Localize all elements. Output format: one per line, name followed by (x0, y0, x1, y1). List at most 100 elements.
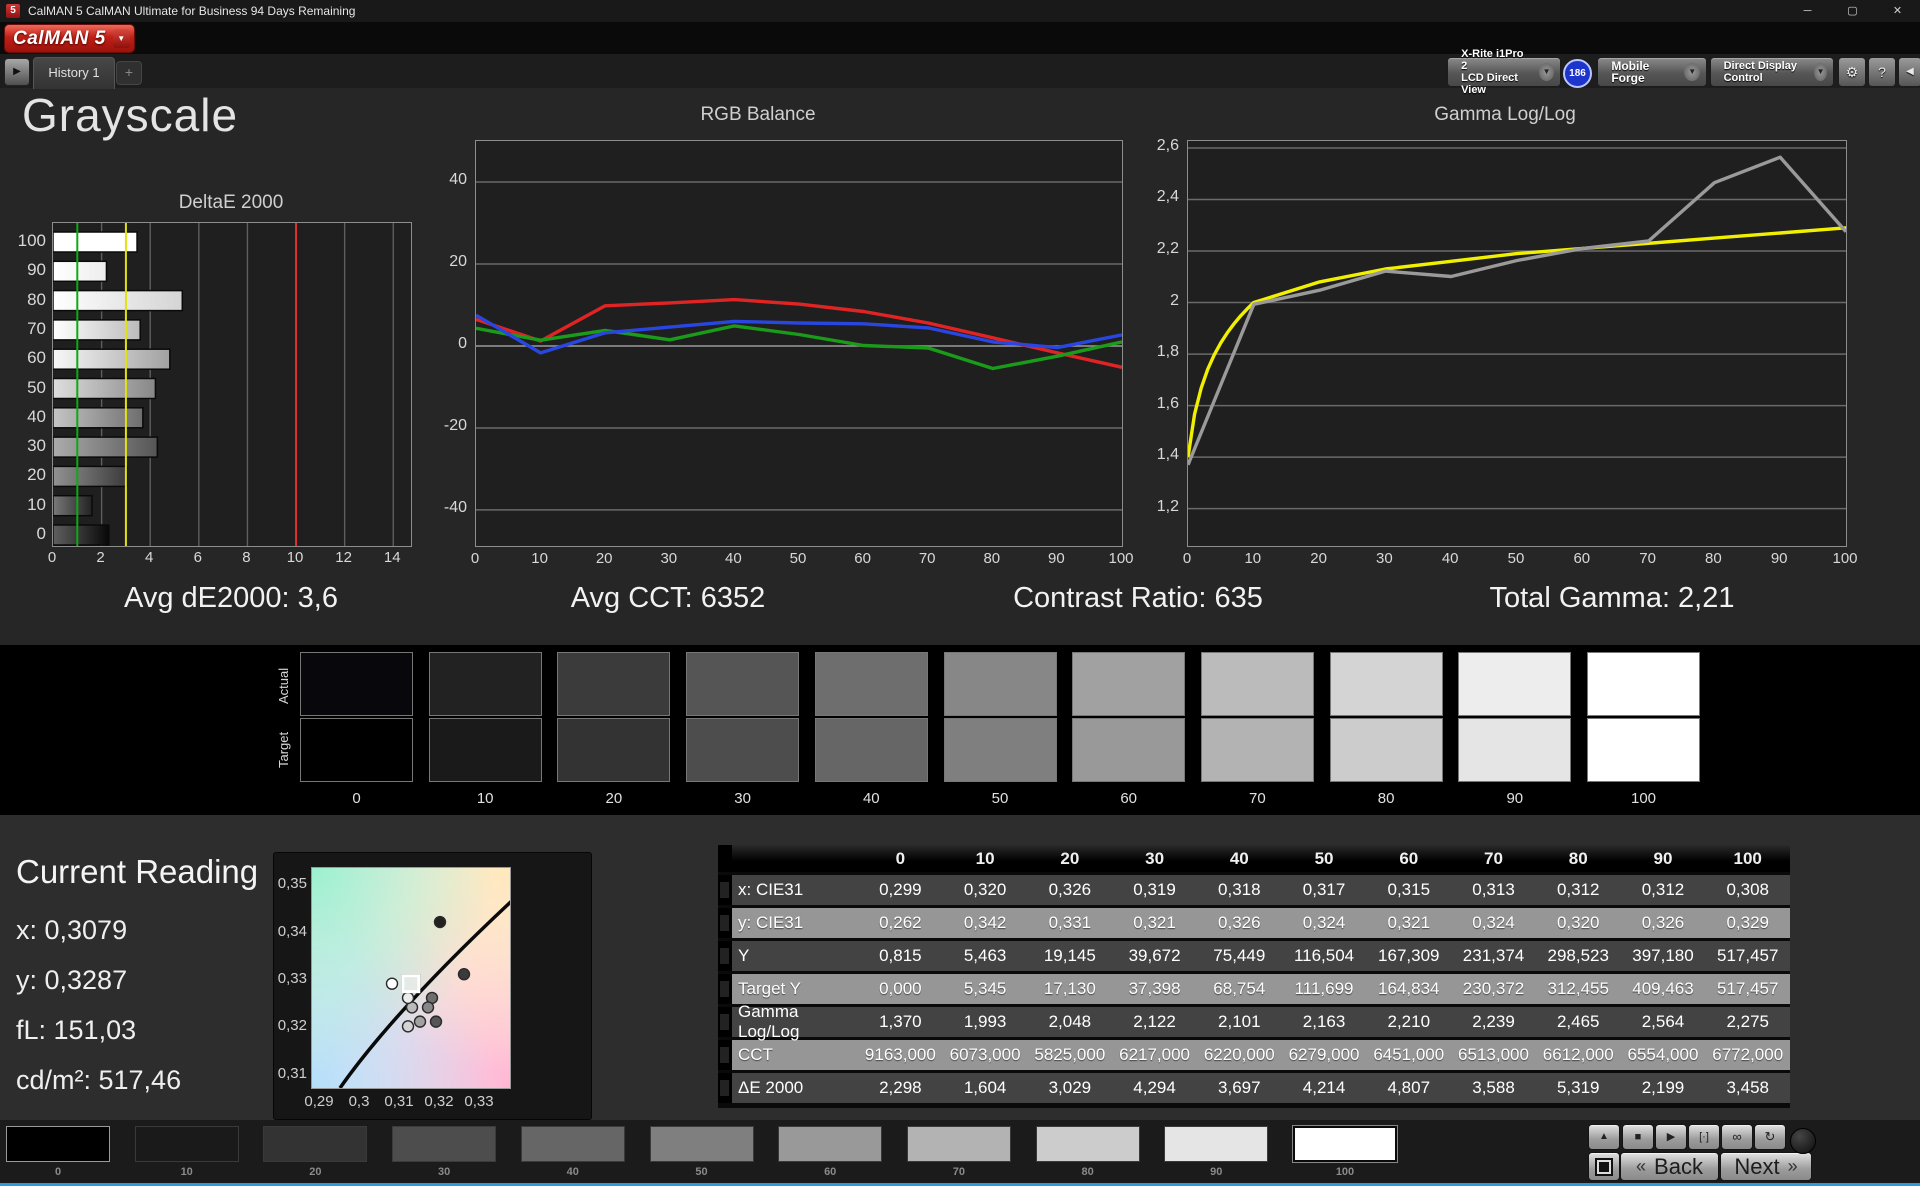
deltae-ytick: 60 (27, 348, 46, 368)
stop-button[interactable]: ■ (1622, 1124, 1654, 1150)
infinity-button[interactable]: ∞ (1721, 1124, 1753, 1150)
tab-history-1[interactable]: History 1 (33, 57, 115, 89)
pattern-up-button[interactable]: ▲ (1588, 1124, 1620, 1150)
tab-scroll-button[interactable]: ▶ (4, 58, 30, 86)
pattern-tile-40[interactable] (520, 1126, 625, 1162)
swatch-target-100 (1587, 718, 1700, 782)
maximize-icon[interactable]: ▢ (1830, 0, 1875, 22)
row-handle[interactable] (718, 941, 732, 971)
pattern-level-label: 30 (437, 1166, 451, 1178)
add-tab-button[interactable]: + (116, 61, 142, 85)
row-handle[interactable] (718, 1040, 732, 1070)
table-cell: 6073,000 (949, 1045, 1021, 1064)
row-handle[interactable] (718, 845, 732, 872)
swatch-actual-20 (557, 652, 671, 716)
table-cell: 1,993 (963, 1012, 1007, 1031)
table-cell: 312,455 (1547, 979, 1609, 998)
target-row-label: Target (276, 731, 291, 769)
pattern-window-button[interactable] (1588, 1152, 1620, 1181)
swatch-level-label: 40 (862, 790, 880, 807)
help-icon[interactable]: ? (1868, 57, 1896, 87)
table-cell: 37,398 (1128, 979, 1181, 998)
rgb-chart-title: RGB Balance (700, 104, 816, 125)
row-handle[interactable] (718, 875, 732, 905)
table-cell: 5,319 (1556, 1078, 1600, 1097)
display-dropdown-icon[interactable]: ▼ (1814, 63, 1827, 81)
column-header: 80 (1568, 848, 1588, 868)
calman-logo-button[interactable]: CalMAN 5 ▼ (4, 24, 135, 53)
next-label: Next (1734, 1153, 1780, 1179)
back-label: Back (1654, 1153, 1703, 1179)
pattern-tile-70[interactable] (906, 1126, 1011, 1162)
logo-dropdown-icon[interactable]: ▼ (112, 29, 130, 48)
rgb-ytick: 20 (449, 252, 467, 270)
column-header: 20 (1060, 848, 1080, 868)
source-name: Mobile Forge (1611, 59, 1650, 85)
pattern-tile-60[interactable] (778, 1126, 883, 1162)
swatch-actual-30 (686, 652, 800, 716)
swatch-tile-30 (686, 652, 800, 782)
interval-button[interactable]: [·] (1688, 1124, 1720, 1150)
reading-x: x: 0,3079 (16, 915, 128, 945)
source-button[interactable]: Mobile Forge ▼ (1597, 57, 1707, 87)
table-cell: 2,275 (1726, 1012, 1769, 1031)
pattern-tile-30[interactable] (392, 1126, 497, 1162)
meter-count-badge[interactable]: 186 (1563, 59, 1592, 88)
measurement-table: 0 10 20 30 40 50 60 70 80 90 100 x: CIE31 0,299 0,320… (718, 845, 1790, 1108)
minimize-icon[interactable]: ─ (1785, 0, 1830, 22)
gamma-chart-title: Gamma Log/Log (1434, 104, 1576, 125)
table-cell: 0,312 (1556, 880, 1600, 899)
back-button[interactable]: « Back (1620, 1152, 1719, 1181)
pattern-tile-10[interactable] (134, 1126, 239, 1162)
display-control-button[interactable]: Direct Display Control ▼ (1710, 57, 1834, 87)
gamma-ytick: 1,4 (1156, 446, 1179, 464)
calman-window: 5 CalMAN 5 CalMAN Ultimate for Business … (0, 0, 1920, 1186)
page-title: Grayscale (22, 89, 239, 141)
deltae-2000-chart: DeltaE 2000 100 90 80 70 60 50 40 30 20 10 0 0 2 4 6 8 10… (0, 186, 460, 596)
row-handle[interactable] (718, 974, 732, 1004)
collapse-panel-icon[interactable]: ◀ (1898, 57, 1920, 87)
table-cell: 2,122 (1133, 1012, 1176, 1031)
cie-ytick: 0,31 (277, 1064, 307, 1082)
pattern-tile-20[interactable] (263, 1126, 368, 1162)
next-button[interactable]: Next » (1720, 1152, 1812, 1181)
swatch-actual-70 (1200, 652, 1314, 716)
swatch-tile-50 (943, 652, 1057, 782)
source-dropdown-icon[interactable]: ▼ (1684, 63, 1700, 81)
pattern-tile-0[interactable] (6, 1126, 110, 1162)
pattern-tile-100[interactable] (1293, 1126, 1397, 1162)
row-handle[interactable] (718, 1073, 732, 1103)
gear-icon[interactable]: ⚙ (1838, 57, 1866, 87)
display-control-name: Direct Display Control (1723, 60, 1797, 84)
pattern-level-label: 50 (695, 1166, 708, 1178)
row-handle[interactable] (718, 908, 732, 938)
table-cell: 0,318 (1218, 880, 1261, 899)
deltae-ytick: 10 (27, 494, 46, 514)
meter-dropdown-icon[interactable]: ▼ (1539, 63, 1554, 81)
deltae-ytick: 20 (27, 465, 46, 485)
deltae-ytick: 80 (27, 289, 46, 309)
pattern-tile-80[interactable] (1035, 1126, 1140, 1162)
source-status-stripe (1601, 61, 1605, 83)
table-row: ΔE 2000 2,298 1,604 3,029 4,294 3,697 4,214 4,8… (718, 1073, 1790, 1103)
deltae-ytick: 30 (27, 436, 46, 456)
gamma-xtick: 10 (1244, 550, 1262, 567)
pattern-tile-50[interactable] (649, 1126, 754, 1162)
meter-status-stripe (1451, 61, 1455, 83)
window-titlebar: 5 CalMAN 5 CalMAN Ultimate for Business … (0, 0, 1920, 22)
table-cell: 397,180 (1632, 946, 1694, 965)
loop-button[interactable]: ↻ (1754, 1124, 1786, 1150)
swatch-level-label: 0 (352, 790, 361, 807)
close-icon[interactable]: ✕ (1875, 0, 1920, 22)
pattern-tile-90[interactable] (1164, 1126, 1269, 1162)
play-button[interactable]: ▶ (1655, 1124, 1687, 1150)
swatch-actual-50 (943, 652, 1057, 716)
next-chevron-icon: » (1787, 1156, 1798, 1176)
table-header-row: 0 10 20 30 40 50 60 70 80 90 100 (718, 845, 1790, 872)
table-cell: 167,309 (1378, 946, 1440, 965)
table-cell: 517,457 (1716, 946, 1779, 965)
row-handle[interactable] (718, 1007, 732, 1037)
swatch-target-30 (686, 718, 800, 782)
meter-button[interactable]: X-Rite i1Pro 2 LCD Direct View ▼ (1447, 48, 1561, 96)
cie-xtick: 0,3 (348, 1093, 370, 1110)
